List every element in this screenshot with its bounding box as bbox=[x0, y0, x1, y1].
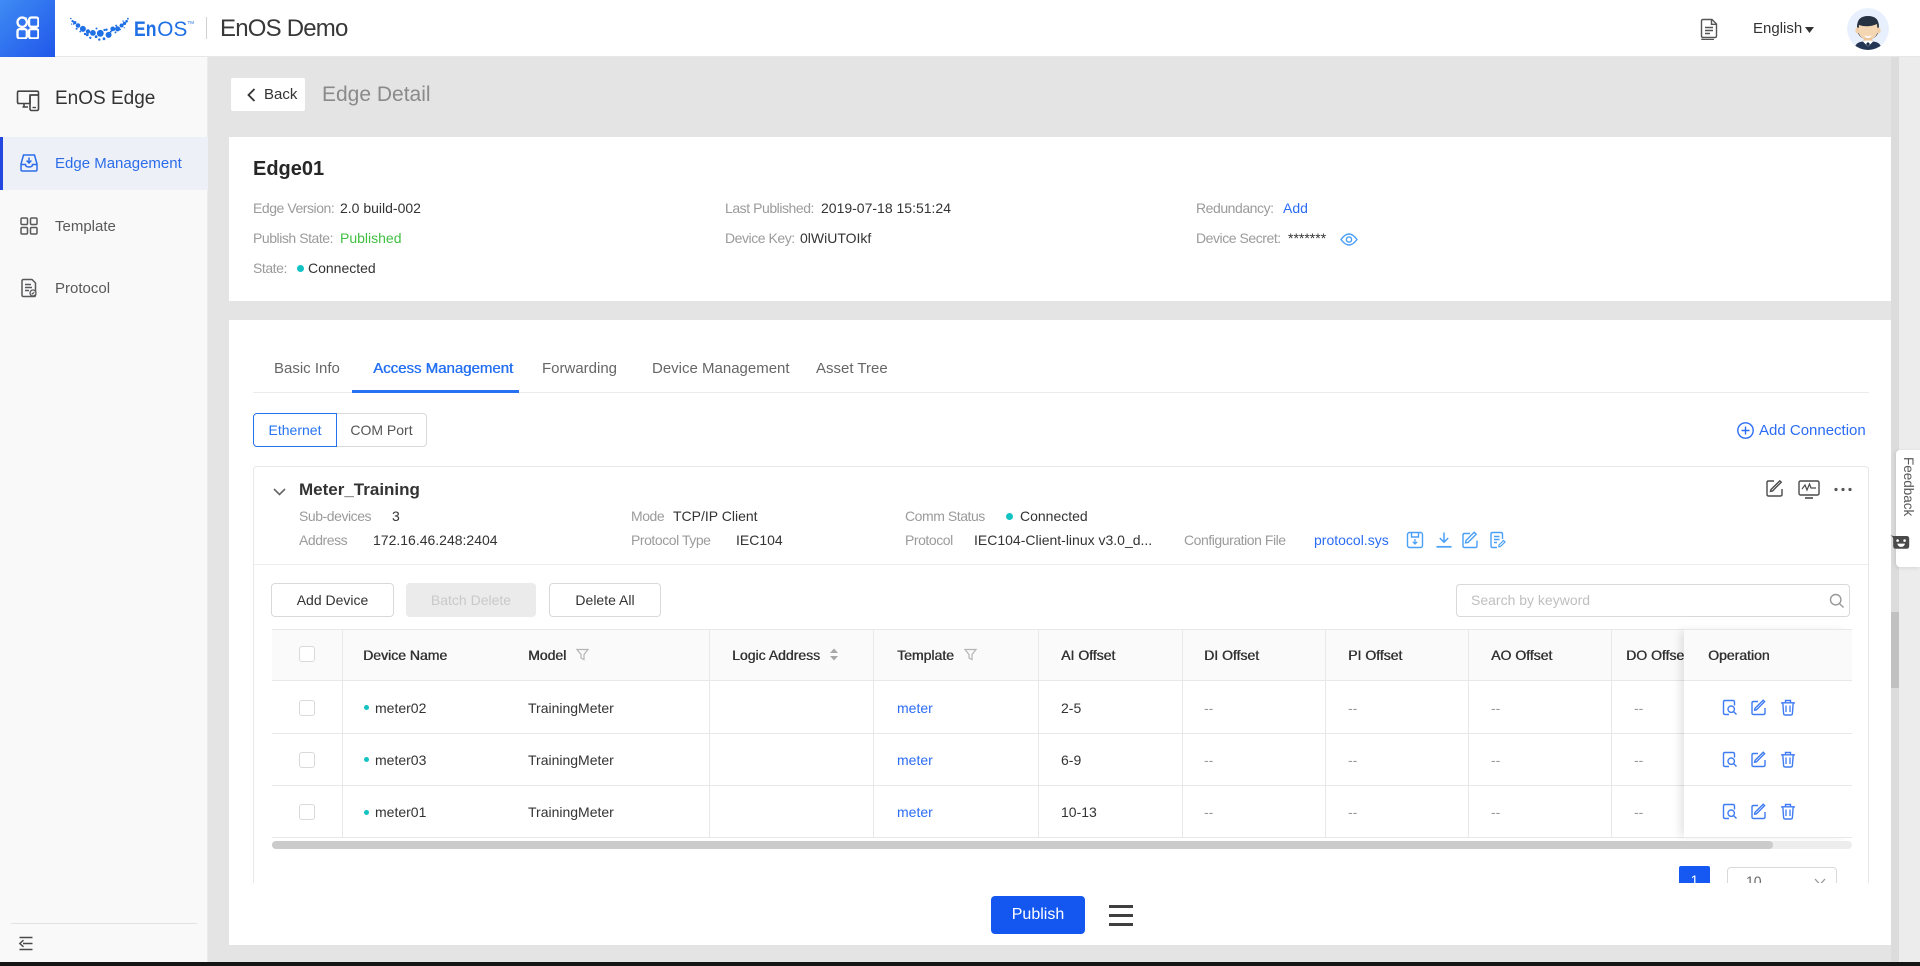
svg-text:TM: TM bbox=[188, 20, 195, 25]
svg-text:OS: OS bbox=[157, 17, 187, 41]
svg-text:En: En bbox=[134, 18, 157, 41]
